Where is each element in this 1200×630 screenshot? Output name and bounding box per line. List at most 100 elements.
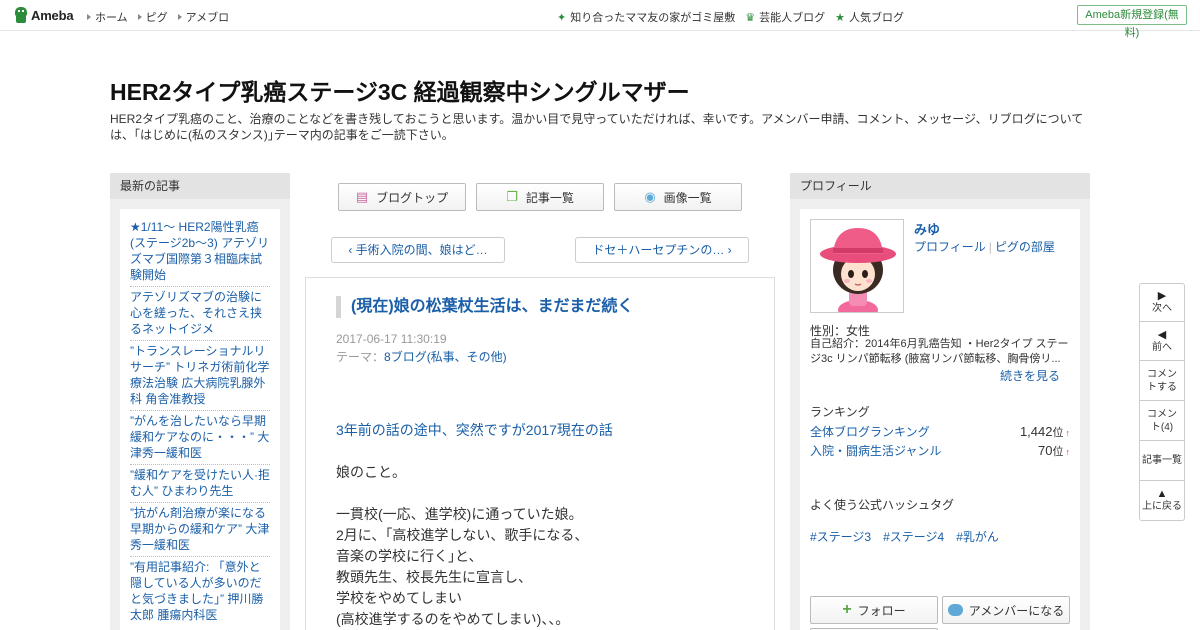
ranking-number: 70 (1038, 443, 1053, 458)
entry-title[interactable]: (現在)娘の松葉杖生活は、まだまだ続く (336, 296, 633, 318)
blog-nav-buttons: ▤ ブログトップ ❐ 記事一覧 ◉ 画像一覧 (338, 183, 742, 211)
arrow-right-icon (177, 14, 182, 20)
entry-article: (現在)娘の松葉杖生活は、まだまだ続く 2017-06-17 11:30:19 … (305, 277, 775, 630)
hashtag-link[interactable]: #ステージ3 (810, 528, 871, 545)
float-next-label: 次へ (1152, 303, 1172, 314)
chevron-left-icon: ‹ (348, 243, 356, 257)
profile-heading: プロフィール (790, 173, 1090, 199)
read-more-link[interactable]: 続きを見る (1000, 367, 1060, 384)
line-spacer (336, 441, 756, 462)
hashtag-heading: よく使う公式ハッシュタグ (810, 498, 955, 512)
amember-button[interactable]: アメンバーになる (942, 596, 1070, 624)
rank-up-icon: ↑ (1065, 428, 1071, 438)
recent-entry-link[interactable]: ”有用記事紹介: 「意外と隠している人が多いのだと気づきました」” 押川勝太郎 … (130, 557, 270, 626)
blog-description: HER2タイプ乳癌のこと、治療のことなどを書き残しておこうと思います。温かい目で… (110, 112, 1084, 142)
float-back-to-top-label: 上に戻る (1142, 501, 1182, 512)
header-link-celebrity[interactable]: ♛ 芸能人ブログ (745, 9, 825, 25)
entry-list-button[interactable]: ❐ 記事一覧 (476, 183, 604, 211)
global-header: Ameba ホーム ピグ アメブロ ✦ 知り合ったママ友の家がゴミ屋敷 ♛ 芸能人ブ… (0, 0, 1200, 39)
header-link-popular[interactable]: ★ 人気ブログ (835, 9, 904, 25)
float-back-to-top-button[interactable]: ▲ 上に戻る (1140, 481, 1184, 520)
ranking-unit: 位 (1052, 446, 1064, 458)
amember-button-label: アメンバーになる (968, 603, 1065, 618)
float-entry-list-button[interactable]: 記事一覧 (1140, 441, 1184, 481)
ranking-label[interactable]: 全体ブログランキング (810, 423, 930, 440)
float-comment-button[interactable]: コメントする (1140, 361, 1184, 401)
play-right-icon: ▶ (1157, 290, 1167, 302)
recent-entries-list: ★1/11～ HER2陽性乳癌(ステージ2b～3) アテゾリズマブ国際第３相臨床… (120, 209, 280, 630)
entry-body: 3年前の話の途中、突然ですが2017現在の話 娘のこと。 一貫校(一応、進学校)… (336, 420, 756, 630)
header-link-popular-label: 人気ブログ (849, 12, 904, 24)
link-divider: | (988, 240, 992, 254)
arrow-right-icon (87, 14, 91, 20)
recent-entry-link[interactable]: アテゾリズマブの治験に心を縒った、それさえ挟るネットイジメ (130, 287, 270, 341)
hashtag-link[interactable]: #乳がん (956, 528, 999, 545)
signup-button[interactable]: Ameba新規登録(無料) (1077, 5, 1187, 39)
entry-line: 3年前の話の途中、突然ですが2017現在の話 (336, 422, 613, 438)
header-links: ✦ 知り合ったママ友の家がゴミ屋敷 ♛ 芸能人ブログ ★ 人気ブログ (557, 9, 904, 25)
hashtag-link[interactable]: #ステージ4 (883, 528, 944, 545)
play-left-icon: ◀ (1157, 328, 1167, 341)
global-nav: ホーム ピグ アメブロ (87, 9, 229, 25)
profile-name[interactable]: みゆ (914, 219, 940, 238)
triangle-up-icon: ▲ (1156, 488, 1168, 500)
float-prev-button[interactable]: ◀ 前へ (1140, 322, 1184, 361)
entry-line: 娘のこと。 (336, 464, 406, 480)
ranking-row-overall: 全体ブログランキング 1,442位 ↑ (810, 423, 1070, 440)
entry-line: 音楽の学校に行く｣と、 (336, 548, 483, 564)
floating-page-nav: ▶ 次へ ◀ 前へ コメントする コメント(4) 記事一覧 ▲ 上に戻る (1139, 283, 1185, 521)
avatar[interactable] (810, 219, 904, 313)
ranking-number: 1,442 (1019, 424, 1053, 439)
header-link-trending-label: 知り合ったママ友の家がゴミ屋敷 (570, 12, 736, 24)
float-comment-count-label: コメント(4) (1147, 408, 1177, 433)
ameba-logo-text: Ameba (31, 8, 74, 23)
ranking-row-genre: 入院・闘病生活ジャンル 70位 ↑ (810, 442, 1070, 459)
line-spacer (336, 483, 756, 504)
recent-entry-link[interactable]: ”がんを治したいなら早期緩和ケアなのに・・・” 大津秀一緩和医 (130, 411, 270, 465)
ranking-value: 70位 ↑ (1038, 443, 1070, 459)
entry-line: 一貫校(一応、進学校)に通っていた娘。 (336, 506, 583, 522)
entry-date: 2017-06-17 11:30:19 (336, 332, 447, 346)
blog-top-button[interactable]: ▤ ブログトップ (338, 183, 466, 211)
recent-entry-link[interactable]: ”トランスレーショナルリサーチ” トリネガ術前化学療法治験 広大病院乳腺外科 角… (130, 341, 270, 411)
nav-pigg[interactable]: ピグ (137, 9, 168, 25)
hashtag-list: #ステージ3 #ステージ4 #乳がん (810, 528, 999, 545)
ranking-label[interactable]: 入院・闘病生活ジャンル (810, 442, 941, 459)
ameba-logo[interactable]: Ameba (14, 6, 74, 25)
blog-title[interactable]: HER2タイプ乳癌ステージ3C 経過観察中シングルマザー (110, 73, 690, 107)
profile-intro: 自己紹介：2014年6月乳癌告知 ・Her2タイプ ステージ3c リンパ節転移 … (810, 338, 1069, 365)
sparkle-icon: ✦ (557, 11, 567, 24)
recent-entry-link[interactable]: ”抗がん剤治療が楽になる早期からの緩和ケア” 大津秀一緩和医 (130, 503, 270, 557)
pigg-room-link[interactable]: ピグの部屋 (995, 240, 1055, 254)
profile-link[interactable]: プロフィール (914, 240, 986, 254)
float-next-button[interactable]: ▶ 次へ (1140, 284, 1184, 322)
rank-up-icon: ↑ (1065, 447, 1071, 457)
header-link-trending[interactable]: ✦ 知り合ったママ友の家がゴミ屋敷 (557, 9, 735, 25)
recent-entry-link[interactable]: ★1/11～ HER2陽性乳癌(ステージ2b～3) アテゾリズマブ国際第３相臨床… (130, 217, 270, 287)
recent-entry-link[interactable]: ”緩和ケアを受けたい人·拒む人” ひまわり先生 (130, 465, 270, 503)
entry-theme-label: テーマ： (336, 350, 385, 364)
previous-entry-link[interactable]: ‹ 手術入院の間、娘はど… (331, 237, 505, 263)
float-prev-label: 前へ (1152, 341, 1172, 353)
follow-button[interactable]: + フォロー (810, 596, 938, 624)
plus-icon: + (842, 601, 852, 618)
nav-home-label: ホーム (95, 12, 128, 24)
chevron-right-icon: › (724, 243, 732, 257)
ranking-heading: ランキング (810, 405, 870, 419)
image-list-button[interactable]: ◉ 画像一覧 (614, 183, 742, 211)
entry-theme-link[interactable]: 8ブログ(私事、その他) (384, 350, 507, 364)
recent-entries-heading: 最新の記事 (110, 173, 290, 199)
blog-top-button-label: ブログトップ (376, 190, 449, 205)
nav-home[interactable]: ホーム (87, 9, 128, 25)
profile-body: みゆ プロフィール | ピグの部屋 性別：女性 自己紹介：2014年6月乳癌告知 ・… (800, 209, 1080, 630)
previous-entry-label: 手術入院の間、娘はど… (355, 243, 488, 257)
arrow-right-icon (137, 14, 142, 20)
entry-line: 教頭先生、校長先生に宣言し、 (336, 569, 532, 585)
nav-ameblo[interactable]: アメブロ (177, 9, 229, 25)
next-entry-link[interactable]: ドセ＋ハーセプチンの… › (575, 237, 749, 263)
profile-links: プロフィール | ピグの部屋 (914, 238, 1055, 255)
header-link-celebrity-label: 芸能人ブログ (759, 12, 826, 24)
page-icon: ▤ (355, 189, 369, 204)
float-comment-count-button[interactable]: コメント(4) (1140, 401, 1184, 441)
image-list-button-label: 画像一覧 (663, 190, 712, 205)
